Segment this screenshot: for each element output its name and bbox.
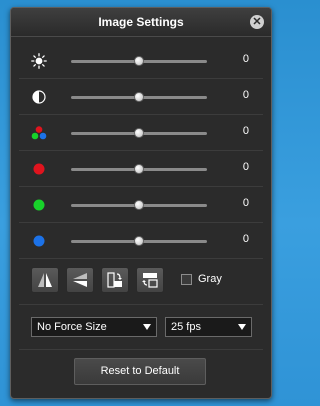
blue-dot-icon: [33, 235, 45, 247]
slider-row-contrast: 0: [19, 79, 263, 115]
contrast-value: 0: [242, 89, 249, 101]
blue-value: 0: [242, 233, 249, 245]
brightness-icon: [31, 53, 47, 69]
reset-to-default-button[interactable]: Reset to Default: [74, 358, 206, 385]
rotate-left-icon: [107, 272, 122, 288]
blue-slider-thumb[interactable]: [134, 236, 144, 246]
force-size-value: No Force Size: [37, 321, 107, 333]
force-size-select[interactable]: No Force Size: [31, 317, 157, 337]
flip-horizontal-icon: [38, 273, 52, 287]
brightness-slider[interactable]: [71, 56, 207, 66]
red-dot-icon: [33, 163, 45, 175]
contrast-slider[interactable]: [71, 92, 207, 102]
title-bar[interactable]: Image Settings ✕: [11, 8, 271, 37]
chevron-down-icon: [238, 324, 246, 330]
chevron-down-icon: [143, 324, 151, 330]
slider-row-blue: 0: [19, 223, 263, 259]
fps-value: 25 fps: [171, 321, 201, 333]
flip-vertical-icon: [73, 273, 87, 287]
transform-toolbar: Gray: [19, 261, 263, 305]
color-dots-icon: [31, 126, 47, 140]
blue-slider[interactable]: [71, 236, 207, 246]
rotate-right-button[interactable]: [136, 267, 164, 293]
close-icon[interactable]: ✕: [250, 15, 264, 29]
red-slider[interactable]: [71, 164, 207, 174]
green-slider[interactable]: [71, 200, 207, 210]
brightness-value: 0: [242, 53, 249, 65]
flip-vertical-button[interactable]: [66, 267, 94, 293]
saturation-value: 0: [242, 125, 249, 137]
green-dot-icon: [33, 199, 45, 211]
rotate-right-icon: [142, 273, 158, 288]
dialog-title: Image Settings: [98, 15, 184, 29]
red-slider-thumb[interactable]: [134, 164, 144, 174]
green-slider-thumb[interactable]: [134, 200, 144, 210]
slider-row-saturation: 0: [19, 115, 263, 151]
slider-row-brightness: 0: [19, 43, 263, 79]
fps-select[interactable]: 25 fps: [165, 317, 252, 337]
slider-row-green: 0: [19, 187, 263, 223]
green-value: 0: [242, 197, 249, 209]
contrast-slider-thumb[interactable]: [134, 92, 144, 102]
gray-label: Gray: [198, 273, 222, 285]
red-value: 0: [242, 161, 249, 173]
rotate-left-button[interactable]: [101, 267, 129, 293]
brightness-slider-thumb[interactable]: [134, 56, 144, 66]
saturation-slider-thumb[interactable]: [134, 128, 144, 138]
contrast-icon: [32, 90, 46, 104]
slider-row-red: 0: [19, 151, 263, 187]
saturation-slider[interactable]: [71, 128, 207, 138]
output-options: No Force Size 25 fps: [19, 305, 263, 350]
gray-checkbox[interactable]: [181, 274, 192, 285]
image-settings-dialog: Image Settings ✕ 0 0 0 0 0 0 Gray No For…: [10, 7, 272, 399]
flip-horizontal-button[interactable]: [31, 267, 59, 293]
